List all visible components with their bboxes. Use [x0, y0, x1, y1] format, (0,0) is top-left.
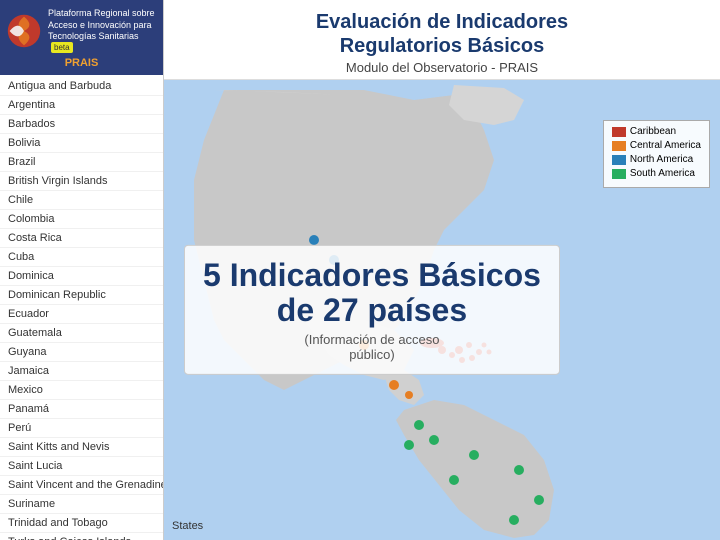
country-item[interactable]: Cuba	[0, 248, 163, 267]
country-item[interactable]: Mexico	[0, 381, 163, 400]
legend-color-box	[612, 127, 626, 137]
main-subtitle: Modulo del Observatorio - PRAIS	[184, 60, 700, 75]
prais-logo-icon	[6, 13, 42, 49]
main-title: Evaluación de Indicadores Regulatorios B…	[184, 10, 700, 58]
country-item[interactable]: Antigua and Barbuda	[0, 77, 163, 96]
country-item[interactable]: Panamá	[0, 400, 163, 419]
states-label: States	[172, 520, 203, 532]
prais-logo-label: PRAIS	[65, 57, 99, 69]
country-item[interactable]: Perú	[0, 419, 163, 438]
center-info-box: 5 Indicadores Básicos de 27 países (Info…	[184, 245, 560, 375]
country-item[interactable]: Saint Kitts and Nevis	[0, 438, 163, 457]
country-item[interactable]: Costa Rica	[0, 229, 163, 248]
country-item[interactable]: Saint Lucia	[0, 457, 163, 476]
indicator-count: 5 Indicadores Básicos de 27 países	[203, 258, 541, 328]
country-item[interactable]: Barbados	[0, 115, 163, 134]
country-item[interactable]: Chile	[0, 191, 163, 210]
legend-color-box	[612, 169, 626, 179]
legend-item: South America	[612, 168, 701, 179]
sidebar: Plataforma Regional sobreAcceso e Innova…	[0, 0, 164, 540]
country-item[interactable]: Dominica	[0, 267, 163, 286]
sidebar-header: Plataforma Regional sobreAcceso e Innova…	[0, 0, 163, 75]
main-panel: Evaluación de Indicadores Regulatorios B…	[164, 0, 720, 540]
country-item[interactable]: Turks and Caicos Islands	[0, 533, 163, 540]
country-item[interactable]: Trinidad and Tobago	[0, 514, 163, 533]
legend-label: Caribbean	[630, 126, 676, 137]
country-item[interactable]: Ecuador	[0, 305, 163, 324]
beta-badge: beta	[51, 42, 73, 53]
map-legend: Caribbean Central America North America Sou…	[603, 120, 710, 188]
legend-item: Central America	[612, 140, 701, 151]
country-item[interactable]: Jamaica	[0, 362, 163, 381]
country-item[interactable]: Brazil	[0, 153, 163, 172]
legend-color-box	[612, 141, 626, 151]
country-item[interactable]: Guatemala	[0, 324, 163, 343]
info-sub-label: (Información de acceso público)	[203, 332, 541, 362]
logo-area: Plataforma Regional sobreAcceso e Innova…	[6, 8, 157, 55]
legend-item: Caribbean	[612, 126, 701, 137]
country-item[interactable]: Colombia	[0, 210, 163, 229]
main-header: Evaluación de Indicadores Regulatorios B…	[164, 0, 720, 80]
country-item[interactable]: Dominican Republic	[0, 286, 163, 305]
legend-label: Central America	[630, 140, 701, 151]
map-container: 5 Indicadores Básicos de 27 países (Info…	[164, 80, 720, 540]
logo-text: Plataforma Regional sobreAcceso e Innova…	[48, 8, 157, 55]
legend-label: South America	[630, 168, 695, 179]
legend-label: North America	[630, 154, 693, 165]
country-item[interactable]: Bolivia	[0, 134, 163, 153]
country-item[interactable]: Saint Vincent and the Grenadines	[0, 476, 163, 495]
country-item[interactable]: Argentina	[0, 96, 163, 115]
legend-color-box	[612, 155, 626, 165]
country-item[interactable]: Suriname	[0, 495, 163, 514]
country-list[interactable]: Antigua and BarbudaArgentinaBarbadosBoli…	[0, 75, 163, 540]
country-item[interactable]: British Virgin Islands	[0, 172, 163, 191]
country-item[interactable]: Guyana	[0, 343, 163, 362]
legend-item: North America	[612, 154, 701, 165]
